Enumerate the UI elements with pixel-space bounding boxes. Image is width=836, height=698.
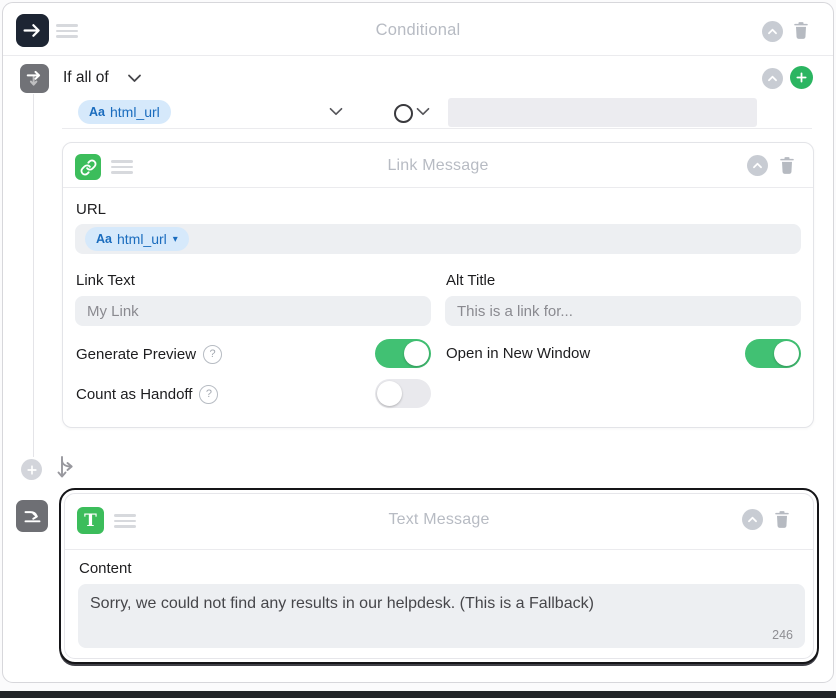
open-new-window-toggle[interactable] — [745, 339, 801, 368]
alt-title-label: Alt Title — [446, 272, 495, 289]
add-card-button[interactable] — [21, 459, 42, 480]
plus-icon — [795, 71, 808, 84]
toggle-knob — [404, 341, 429, 366]
if-all-of-selector[interactable]: If all of — [63, 69, 109, 87]
delete-icon[interactable] — [772, 508, 792, 531]
variable-name: html_url — [110, 104, 160, 120]
url-input[interactable]: Aa html_url ▾ — [75, 224, 801, 254]
condition-row-divider — [62, 128, 812, 129]
alt-title-input[interactable] — [445, 296, 801, 326]
content-textarea[interactable]: Sorry, we could not find any results in … — [78, 584, 805, 648]
count-handoff-label: Count as Handoff — [76, 386, 192, 403]
collapse-button[interactable] — [742, 509, 763, 530]
toggle-knob — [377, 381, 402, 406]
variable-type-badge: Aa — [89, 105, 105, 119]
content-label: Content — [79, 560, 132, 577]
delete-icon[interactable] — [791, 19, 811, 42]
link-text-label: Link Text — [76, 272, 135, 289]
toggle-knob — [774, 341, 799, 366]
chevron-up-icon — [746, 513, 759, 526]
operator-circle-icon[interactable] — [394, 104, 413, 123]
chevron-up-icon — [766, 25, 779, 38]
generate-preview-toggle[interactable] — [375, 339, 431, 368]
help-icon[interactable]: ? — [203, 345, 222, 364]
chevron-up-icon — [766, 72, 779, 85]
next-node-edge — [0, 691, 836, 698]
add-condition-button[interactable] — [790, 66, 813, 89]
generate-preview-row: Generate Preview ? — [76, 345, 222, 364]
variable-type-badge: Aa — [96, 232, 112, 246]
collapse-button[interactable] — [762, 21, 783, 42]
help-icon[interactable]: ? — [199, 385, 218, 404]
link-text-input[interactable] — [75, 296, 431, 326]
condition-value-input[interactable] — [448, 98, 757, 127]
count-handoff-toggle[interactable] — [375, 379, 431, 408]
text-message-card-selected[interactable]: T Text Message Content Sorry, we could n… — [59, 488, 819, 664]
conditional-title: Conditional — [0, 21, 836, 40]
url-variable-pill[interactable]: Aa html_url ▾ — [85, 227, 189, 251]
chevron-down-icon[interactable] — [127, 73, 142, 83]
card-header-divider — [63, 187, 813, 188]
plus-icon — [26, 464, 38, 476]
fallback-exit-icon — [16, 500, 48, 532]
content-text: Sorry, we could not find any results in … — [90, 595, 594, 612]
generate-preview-label: Generate Preview — [76, 346, 196, 363]
delete-icon[interactable] — [777, 154, 797, 177]
condition-branch-icon — [20, 64, 49, 93]
link-message-card: Link Message URL Aa html_url ▾ Link Text A… — [62, 142, 814, 428]
condition-variable-pill[interactable]: Aa html_url — [78, 100, 171, 124]
branch-arrow-icon[interactable] — [53, 453, 81, 485]
count-handoff-row: Count as Handoff ? — [76, 385, 218, 404]
collapse-condition-button[interactable] — [762, 68, 783, 89]
operator-dropdown-chevron-icon[interactable] — [416, 107, 430, 116]
link-message-title: Link Message — [63, 157, 813, 175]
card-header-divider — [65, 549, 813, 550]
pill-caret-icon: ▾ — [173, 234, 178, 245]
open-new-window-label: Open in New Window — [446, 345, 590, 362]
url-label: URL — [76, 201, 106, 218]
text-message-title: Text Message — [65, 511, 813, 529]
header-divider — [3, 55, 833, 56]
variable-dropdown-chevron-icon[interactable] — [329, 107, 343, 116]
branch-connector-line — [33, 94, 35, 457]
text-message-card: T Text Message Content Sorry, we could n… — [64, 493, 814, 659]
arrow-split-icon — [25, 69, 45, 89]
collapse-button[interactable] — [747, 155, 768, 176]
variable-name: html_url — [117, 231, 167, 247]
chevron-up-icon — [751, 159, 764, 172]
char-counter: 246 — [772, 628, 793, 642]
arrow-skip-line-icon — [22, 506, 43, 527]
